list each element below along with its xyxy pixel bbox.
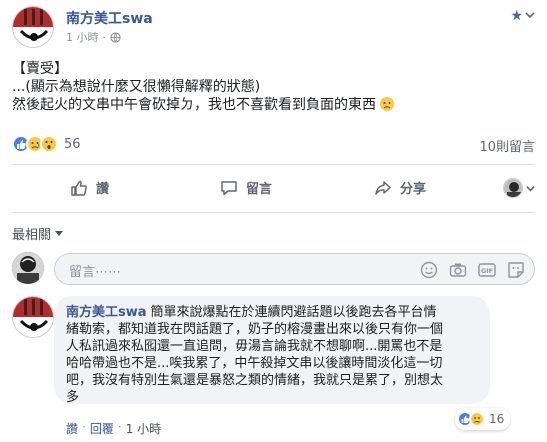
post-line: ...(顯示為想說什麼又很懶得解釋的狀態) — [12, 79, 261, 95]
post-meta: 1 小時 · — [66, 29, 121, 45]
viewer-avatar — [12, 252, 44, 284]
chevron-down-icon — [526, 185, 535, 191]
thumbs-up-icon — [71, 180, 87, 196]
post-line: 【賣受】 — [12, 61, 68, 77]
comment-label: 留言 — [246, 182, 273, 197]
comment-composer: 留言⋯⋯ GIF — [12, 250, 535, 286]
post-line-with-emoji: 然後起火的文串中午會砍掉ㄉ，我也不喜歡看到負面的東西 — [12, 96, 535, 114]
comment-like-link[interactable]: 讚 — [66, 420, 78, 437]
comment-time[interactable]: 1 小時 — [126, 420, 161, 437]
author-avatar[interactable] — [12, 6, 54, 48]
comment-text-line: 哈哈帶過也不是...唉我累了，中午殺掉文串以後讓時間淡化這一切 — [66, 356, 443, 371]
share-arrow-icon — [375, 180, 391, 195]
comment-author-avatar[interactable] — [12, 296, 54, 338]
sad-emoji-icon — [380, 97, 395, 111]
comment-input-placeholder: 留言⋯⋯ — [69, 265, 122, 280]
comment-reaction-summary[interactable]: 16 — [455, 408, 511, 430]
caret-down-icon — [55, 231, 64, 236]
comment-text-line: 緒勒索，都知道我在閃話題了，奶子的榕漫畫出來以後只有你一個 — [66, 322, 444, 337]
comment-button[interactable]: 留言 — [220, 178, 272, 197]
divider — [12, 212, 535, 213]
svg-text:GIF: GIF — [481, 267, 493, 275]
separator-dot: · — [82, 420, 86, 434]
comment-sort-dropdown[interactable]: 最相關 — [12, 224, 64, 243]
post-body: 【賣受】 ...(顯示為想說什麼又很懶得解釋的狀態) 然後起火的文串中午會砍掉ㄉ… — [12, 60, 535, 114]
comment-first-line: 南方美工swa 簡單來說爆點在於連續閃避話題以後跑去各平台情 — [66, 304, 478, 321]
meta-dot: · — [102, 30, 107, 44]
sort-label: 最相關 — [12, 228, 52, 243]
like-label: 讚 — [96, 182, 110, 197]
separator-dot: · — [117, 420, 122, 434]
comment-input[interactable]: 留言⋯⋯ GIF — [54, 253, 535, 285]
sad-reaction-icon — [469, 411, 485, 427]
action-bar: 讚 留言 分享 — [12, 170, 535, 206]
share-label: 分享 — [400, 182, 427, 197]
gif-icon[interactable]: GIF — [477, 260, 497, 280]
post-author-name[interactable]: 南方美工swa — [66, 8, 153, 28]
share-button[interactable]: 分享 — [374, 178, 426, 197]
chevron-down-icon[interactable] — [525, 10, 535, 20]
post-line: 然後起火的文串中午會砍掉ㄉ，我也不喜歡看到負面的東西 — [12, 97, 376, 113]
comment-reply-link[interactable]: 回覆 — [90, 420, 114, 437]
like-button[interactable]: 讚 — [70, 178, 109, 197]
comment-text-line: 人私訊過來私囮還一直追問，毋湯言論我就不想聊啊...開罵也不是 — [66, 339, 443, 354]
post-as-selector[interactable] — [503, 178, 535, 198]
post-header: 南方美工swa 1 小時 · ★ — [12, 6, 535, 50]
post-time[interactable]: 1 小時 — [66, 29, 99, 45]
comment-bubble-icon — [221, 180, 237, 195]
camera-icon[interactable] — [448, 260, 468, 280]
comment-text-line: 多 — [66, 390, 80, 405]
comment-text-line: 簡單來說爆點在於連續閃避話題以後跑去各平台情 — [150, 305, 437, 320]
sticker-icon[interactable] — [506, 260, 526, 280]
comment-author-name[interactable]: 南方美工swa — [66, 305, 147, 320]
comment-count-link[interactable]: 10則留言 — [479, 136, 535, 155]
reaction-count[interactable]: 56 — [64, 137, 81, 152]
viewer-avatar — [503, 178, 523, 198]
emoji-icon[interactable] — [419, 260, 439, 280]
globe-icon — [110, 31, 121, 43]
reaction-summary[interactable]: 56 — [12, 134, 81, 154]
follow-star-icon[interactable]: ★ — [510, 8, 523, 24]
comment-reaction-count: 16 — [489, 412, 505, 426]
divider — [12, 164, 535, 165]
wow-reaction-icon — [40, 135, 58, 153]
composer-tools: GIF — [419, 260, 526, 280]
comment-footer: 讚 · 回覆 · 1 小時 — [66, 420, 161, 437]
comment-text-line: 吧，我沒有特別生氣還是暴怒之類的情緒，我就只是累了，別想太 — [66, 373, 444, 388]
comment-bubble: 南方美工swa 簡單來說爆點在於連續閃避話題以後跑去各平台情 緒勒索，都知道我在閃… — [54, 296, 490, 405]
